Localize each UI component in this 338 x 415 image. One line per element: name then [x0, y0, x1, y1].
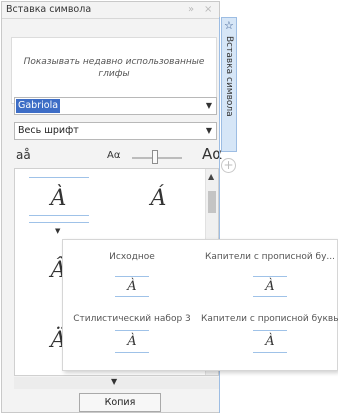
guide-line [115, 276, 149, 277]
variant-item[interactable]: Стилистический набор 3 À [63, 302, 201, 364]
chevron-up-icon[interactable]: ▲ [208, 172, 214, 181]
glyph-cell[interactable]: Á [115, 169, 202, 229]
recent-glyphs-hint: Показывать недавно использованные глифы [23, 57, 205, 79]
guide-line [253, 296, 287, 297]
glyph-grid-footer: ▼ [14, 377, 219, 389]
chevron-down-icon[interactable]: ▼ [206, 101, 212, 110]
chevron-down-icon[interactable]: ▼ [111, 377, 117, 386]
font-select[interactable]: Gabriola ▼ [14, 97, 217, 115]
guide-line [115, 330, 149, 331]
variant-item[interactable]: Исходное À [63, 240, 201, 302]
guide-line [253, 330, 287, 331]
add-docker-icon[interactable]: + [221, 158, 236, 173]
guide-line [29, 222, 89, 223]
panel-titlebar: Вставка символа » × [2, 2, 219, 19]
variant-char: À [127, 279, 137, 294]
guide-line [253, 352, 287, 353]
glyph-variants-icon[interactable]: aå [16, 148, 31, 162]
variant-char: À [127, 334, 137, 349]
panel-title: Вставка символа [6, 4, 92, 15]
variant-item[interactable]: Капители с прописной буквы À [201, 302, 338, 364]
glyph-char: À [50, 186, 67, 211]
variant-item[interactable]: Капители с прописной бу... À [201, 240, 338, 302]
variant-char: À [265, 279, 275, 294]
variant-label: Капители с прописной буквы [201, 314, 338, 324]
collapse-icon[interactable]: » [188, 4, 194, 15]
subset-select-value: Весь шрифт [18, 125, 79, 136]
variant-label: Исходное [109, 252, 155, 262]
close-icon[interactable]: × [204, 4, 212, 15]
glyph-toolbar: aå Aα Aα [14, 145, 222, 167]
variant-char: À [265, 334, 275, 349]
zoom-out-icon[interactable]: Aα [107, 150, 120, 161]
chevron-down-icon[interactable]: ▼ [206, 126, 212, 135]
variant-label: Стилистический набор 3 [73, 314, 191, 324]
font-select-value: Gabriola [16, 99, 61, 113]
variants-arrow-icon[interactable]: ▼ [55, 227, 60, 235]
guide-line [115, 296, 149, 297]
variant-label: Капители с прописной бу... [204, 252, 336, 262]
scrollbar-thumb[interactable] [208, 191, 216, 213]
tab-label: Вставка символа [224, 36, 234, 117]
guide-line [29, 215, 89, 216]
guide-line [253, 276, 287, 277]
guide-line [115, 352, 149, 353]
glyph-cell[interactable]: À ▼ [15, 169, 102, 235]
recent-glyphs-area[interactable]: Показывать недавно использованные глифы [11, 37, 217, 104]
star-icon: ☆ [224, 19, 234, 32]
glyph-variants-popup: Исходное À Капители с прописной бу... À … [62, 239, 338, 371]
character-subset-select[interactable]: Весь шрифт ▼ [14, 122, 217, 140]
tab-insert-character[interactable]: ☆ Вставка символа [221, 17, 237, 152]
glyph-char: Á [150, 186, 167, 211]
copy-button[interactable]: Копия [79, 393, 161, 412]
zoom-slider-handle[interactable] [151, 150, 158, 164]
guide-line [29, 177, 89, 178]
